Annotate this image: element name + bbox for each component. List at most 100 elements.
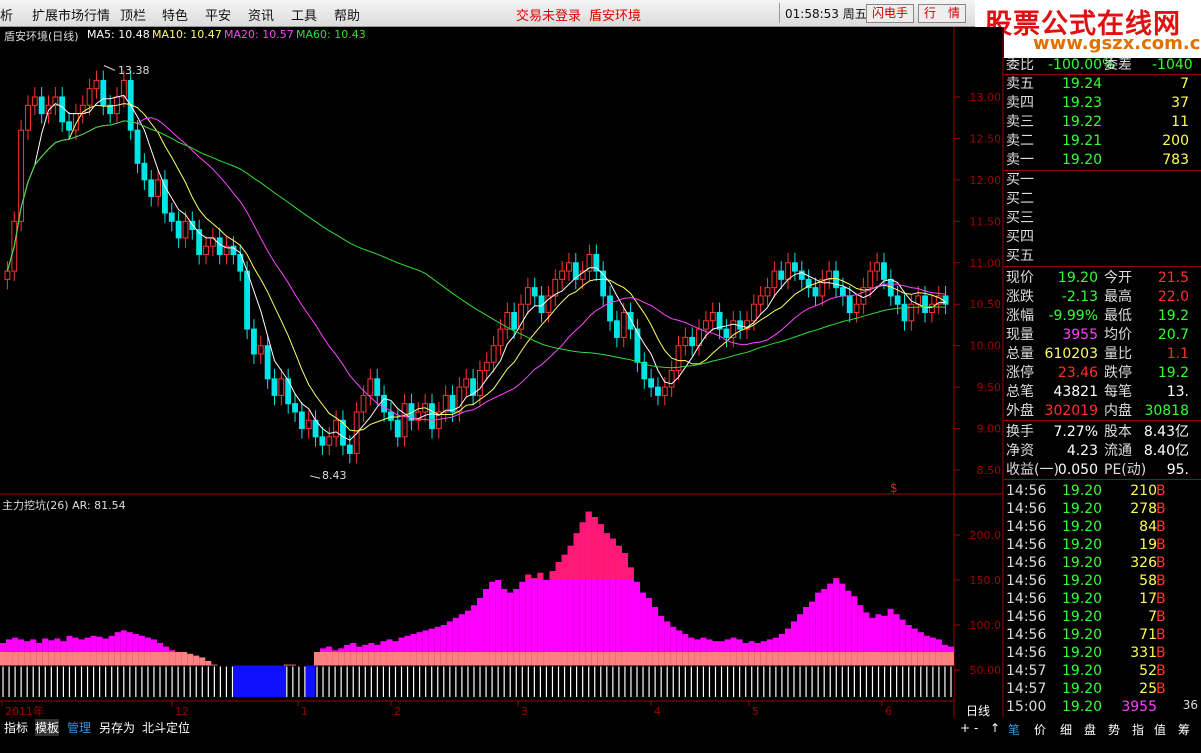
tab-manage[interactable]: 管理 bbox=[67, 719, 91, 736]
indicator-band bbox=[392, 652, 399, 666]
indicator-bar bbox=[742, 643, 749, 652]
fund-row: 净资 4.23 流通 8.40亿 bbox=[1004, 442, 1201, 460]
event-marker[interactable]: $ bbox=[890, 481, 898, 495]
indicator-bar bbox=[350, 643, 357, 652]
indicator-band bbox=[941, 652, 948, 666]
right-tab[interactable]: 价 bbox=[1034, 721, 1046, 738]
candle-body bbox=[353, 411, 360, 454]
bid-row: 买二 bbox=[1004, 190, 1201, 208]
candle-body bbox=[922, 295, 928, 314]
indicator-band bbox=[760, 652, 767, 666]
stat-label: 今开 bbox=[1104, 270, 1132, 286]
indicator-bar-high bbox=[525, 574, 532, 580]
quote-button[interactable]: 行 情 bbox=[918, 4, 966, 23]
indicator-tick-label: 150.0 bbox=[970, 574, 1002, 587]
right-tab[interactable]: - bbox=[974, 721, 978, 735]
candle-body bbox=[655, 386, 661, 396]
indicator-band bbox=[338, 652, 345, 666]
indicator-band bbox=[72, 652, 79, 666]
candle-body bbox=[4, 270, 11, 280]
indicator-bar bbox=[875, 614, 882, 652]
bid-row: 买五 bbox=[1004, 247, 1201, 265]
tick-row: 14:56 19.20 7 B bbox=[1004, 608, 1201, 626]
stat-label: 总量 bbox=[1006, 346, 1034, 362]
right-tab[interactable]: ↑ bbox=[990, 721, 1000, 735]
indicator-band bbox=[706, 652, 713, 666]
candle-body bbox=[689, 336, 696, 347]
candle-body bbox=[518, 303, 524, 330]
indicator-bar bbox=[416, 632, 423, 652]
fund-label: PE(动) bbox=[1104, 462, 1147, 478]
menu-help[interactable]: 帮助 bbox=[334, 5, 360, 24]
tick-volume: 52 bbox=[1139, 663, 1157, 679]
tab-indicator[interactable]: 指标 bbox=[4, 719, 28, 736]
clock-time: 01:58:53 bbox=[785, 7, 839, 21]
fund-label: 股本 bbox=[1104, 424, 1132, 440]
indicator-bar bbox=[150, 639, 157, 652]
indicator-band bbox=[464, 652, 471, 666]
quote-panel: 委比 -100.00% 委差 -1040 卖五 19.24 7 卖四 19.23 37 卖三 19.2… bbox=[1004, 57, 1201, 718]
tick-side: B bbox=[1156, 501, 1166, 517]
right-tab[interactable]: 指 bbox=[1132, 721, 1144, 738]
period-label[interactable]: 日线 bbox=[966, 702, 990, 719]
right-tab[interactable]: + bbox=[960, 721, 970, 735]
kline-chart[interactable]: 13.00 12.50 12.00 11.50 11.00 10.50 10.00 9.50 9… bbox=[0, 27, 1004, 717]
right-tab[interactable]: 盘 bbox=[1084, 721, 1096, 738]
indicator-bar bbox=[24, 641, 31, 652]
indicator-bar bbox=[682, 634, 689, 652]
tab-beidou[interactable]: 北斗定位 bbox=[142, 719, 190, 736]
menu-info[interactable]: 资讯 bbox=[248, 5, 274, 24]
menu-features[interactable]: 特色 bbox=[162, 5, 188, 24]
menu-analysis[interactable]: 析 bbox=[0, 5, 13, 24]
tick-volume: 25 bbox=[1139, 681, 1157, 697]
candle-body bbox=[867, 270, 874, 289]
indicator-band bbox=[386, 652, 393, 666]
indicator-band bbox=[881, 652, 888, 666]
price-tick-label: 11.50 bbox=[970, 215, 1002, 228]
tab-template[interactable]: 模板 bbox=[35, 719, 60, 736]
tab-save-as[interactable]: 另存为 bbox=[99, 719, 135, 736]
indicator-bar bbox=[827, 583, 834, 652]
indicator-bar bbox=[392, 641, 399, 652]
stat-value: 19.2 bbox=[1157, 365, 1189, 381]
candle-body bbox=[442, 394, 449, 413]
ask-label: 卖一 bbox=[1006, 152, 1034, 168]
indicator-bar bbox=[519, 581, 526, 652]
indicator-bar-high bbox=[555, 562, 562, 580]
high-price-label: 13.38 bbox=[118, 64, 150, 77]
indicator-band bbox=[187, 653, 194, 666]
right-tab[interactable]: 笔 bbox=[1008, 721, 1020, 738]
candle-body bbox=[387, 411, 394, 421]
pit-block bbox=[306, 665, 315, 697]
candle-body bbox=[86, 88, 93, 106]
candle-body bbox=[360, 394, 367, 413]
indicator-bar bbox=[839, 583, 846, 652]
menu-ext-market[interactable]: 扩展市场行情 bbox=[32, 5, 110, 24]
stat-row: 现量 3955 均价 20.7 bbox=[1004, 326, 1201, 344]
menu-pingan[interactable]: 平安 bbox=[205, 5, 231, 24]
indicator-band bbox=[694, 652, 701, 666]
indicator-band bbox=[597, 652, 604, 666]
menu-topbar[interactable]: 顶栏 bbox=[120, 5, 146, 24]
indicator-bar bbox=[18, 639, 25, 652]
stat-label: 总笔 bbox=[1006, 384, 1034, 400]
indicator-tick-label: 100.0 bbox=[970, 619, 1002, 632]
indicator-bar bbox=[60, 641, 67, 652]
indicator-bar-high bbox=[531, 578, 538, 580]
right-tab[interactable]: 势 bbox=[1108, 721, 1120, 738]
indicator-bar bbox=[114, 632, 121, 652]
indicator-bar bbox=[138, 635, 145, 652]
right-tab[interactable]: 细 bbox=[1060, 721, 1072, 738]
ask-price: 19.24 bbox=[1062, 76, 1103, 92]
stat-value: 19.20 bbox=[1057, 270, 1098, 286]
fund-value: 0.050 bbox=[1057, 462, 1098, 478]
fund-value: 95. bbox=[1166, 462, 1189, 478]
flash-trade-button[interactable]: 闪电手 bbox=[866, 4, 914, 23]
right-tab[interactable]: 筹 bbox=[1178, 721, 1190, 738]
indicator-band bbox=[857, 652, 864, 666]
ask-price: 19.22 bbox=[1062, 114, 1103, 130]
trade-login-status[interactable]: 交易未登录 bbox=[516, 5, 581, 24]
menu-tools[interactable]: 工具 bbox=[291, 5, 317, 24]
tick-row: 14:56 19.20 84 B bbox=[1004, 518, 1201, 536]
right-tab[interactable]: 值 bbox=[1154, 721, 1166, 738]
